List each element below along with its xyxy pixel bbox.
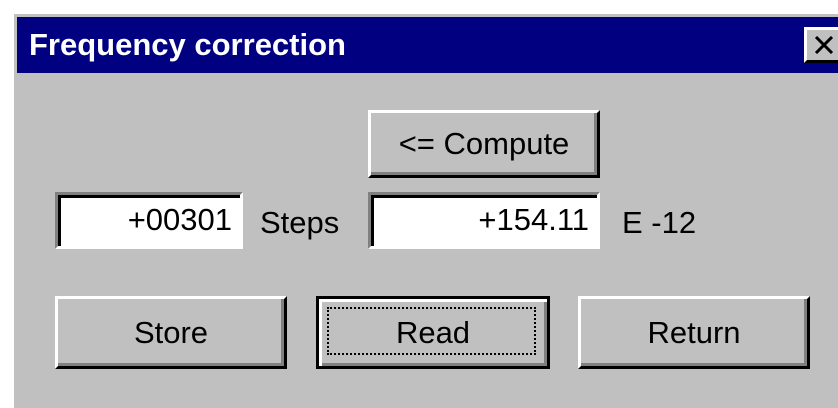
close-icon <box>814 36 834 54</box>
steps-field[interactable]: +00301 <box>55 192 243 249</box>
return-button[interactable]: Return <box>578 296 810 369</box>
store-button-label: Store <box>133 314 209 350</box>
compute-button-label: <= Compute <box>398 126 570 161</box>
title-bar: Frequency correction <box>17 17 838 73</box>
steps-value: +00301 <box>127 202 232 237</box>
correction-unit-label: E -12 <box>622 205 697 240</box>
steps-label: Steps <box>260 205 340 240</box>
read-button[interactable]: Read <box>316 296 550 369</box>
window-title: Frequency correction <box>29 27 346 62</box>
return-button-label: Return <box>647 314 741 350</box>
close-button[interactable] <box>804 27 838 63</box>
compute-button[interactable]: <= Compute <box>368 110 600 178</box>
correction-field[interactable]: +154.11 <box>368 192 600 249</box>
read-button-label: Read <box>395 314 471 350</box>
correction-value: +154.11 <box>478 202 589 237</box>
store-button[interactable]: Store <box>55 296 287 369</box>
